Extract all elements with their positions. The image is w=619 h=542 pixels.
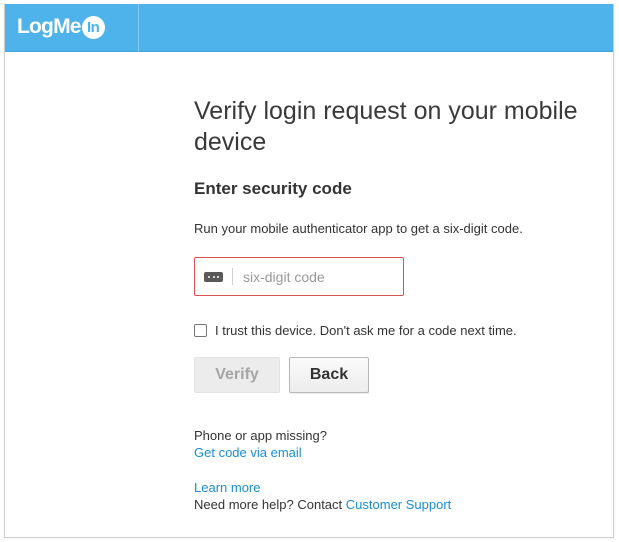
logmein-logo: LogMe In <box>17 14 105 40</box>
learn-more-link[interactable]: Learn more <box>194 480 260 495</box>
back-button[interactable]: Back <box>289 357 369 393</box>
trust-device-label[interactable]: I trust this device. Don't ask me for a … <box>215 323 517 338</box>
email-code-link[interactable]: Get code via email <box>194 445 302 460</box>
login-frame: LogMe In Verify login request on your mo… <box>4 4 614 538</box>
customer-support-link[interactable]: Customer Support <box>346 497 452 512</box>
security-code-field[interactable] <box>194 257 404 296</box>
missing-device-block: Phone or app missing? Get code via email <box>194 427 327 461</box>
logo-badge: In <box>81 15 105 39</box>
page-title: Verify login request on your mobile devi… <box>194 97 578 156</box>
help-block: Learn more Need more help? Contact Custo… <box>194 479 451 513</box>
logo-text: LogMe <box>17 15 81 38</box>
missing-device-prompt: Phone or app missing? <box>194 428 327 443</box>
help-prompt: Need more help? Contact <box>194 497 343 512</box>
field-divider <box>232 268 233 285</box>
top-bar: LogMe In <box>5 4 613 52</box>
trust-device-row[interactable]: I trust this device. Don't ask me for a … <box>194 323 517 338</box>
help-line: Need more help? Contact Customer Support <box>194 496 451 513</box>
logo-cell: LogMe In <box>5 4 139 52</box>
instructions-text: Run your mobile authenticator app to get… <box>194 221 523 236</box>
password-dots-icon <box>204 271 223 282</box>
verify-button[interactable]: Verify <box>194 357 280 393</box>
trust-device-checkbox[interactable] <box>194 324 207 337</box>
security-code-input[interactable] <box>243 268 393 285</box>
section-heading: Enter security code <box>194 179 352 198</box>
